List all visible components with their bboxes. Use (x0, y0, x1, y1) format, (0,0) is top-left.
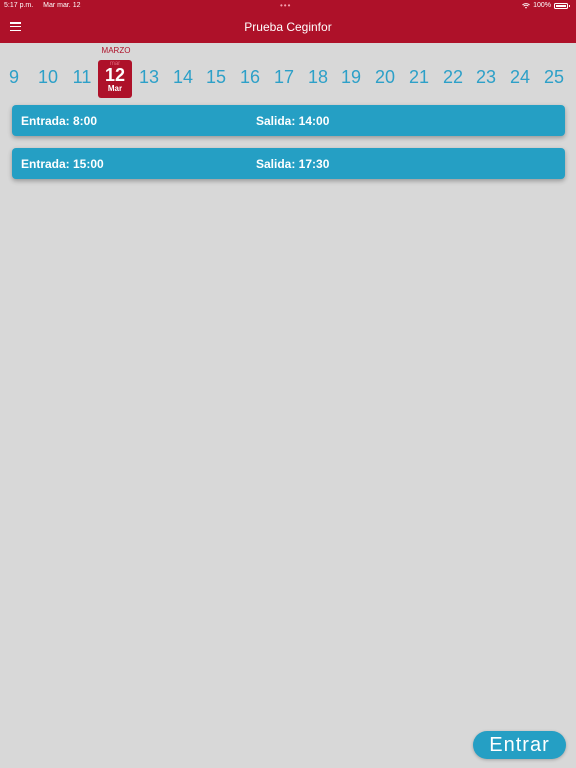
date-strip[interactable]: MARZO 9 10 11 mar 12 Mar 13 14 15 16 17 … (0, 46, 576, 102)
status-time: 5:17 p.m. (4, 2, 34, 9)
multitask-dots[interactable]: ••• (280, 1, 291, 10)
shift-entry-time: Entrada: 15:00 (21, 157, 104, 171)
selected-day-number: 12 (104, 65, 126, 85)
status-date: Mar mar. 12 (43, 2, 81, 9)
enter-button[interactable]: Entrar (473, 731, 566, 759)
month-label: MARZO (101, 46, 131, 55)
status-bar-left: 5:17 p.m. Mar mar. 12 (4, 2, 89, 9)
shift-card[interactable]: Entrada: 15:00 Salida: 17:30 (12, 148, 565, 179)
day-item[interactable]: 22 (437, 64, 469, 90)
day-item[interactable]: 16 (234, 64, 266, 90)
status-bar-right: 100% (522, 2, 570, 9)
day-item-selected[interactable]: mar 12 Mar (98, 60, 132, 98)
day-item[interactable]: 13 (133, 64, 165, 90)
selected-weekday: Mar (107, 84, 123, 93)
day-item[interactable]: 17 (268, 64, 300, 90)
day-item[interactable]: 10 (32, 64, 64, 90)
selected-weekday-top: mar (109, 61, 121, 67)
day-item[interactable]: 15 (200, 64, 232, 90)
day-item[interactable]: 19 (335, 64, 367, 90)
shift-exit-time: Salida: 14:00 (256, 114, 330, 128)
shift-card[interactable]: Entrada: 8:00 Salida: 14:00 (12, 105, 565, 136)
day-item[interactable]: 9 (0, 64, 30, 90)
day-item[interactable]: 18 (302, 64, 334, 90)
day-item[interactable]: 23 (470, 64, 502, 90)
shift-exit-time: Salida: 17:30 (256, 157, 330, 171)
day-item[interactable]: 24 (504, 64, 536, 90)
day-item[interactable]: 21 (403, 64, 435, 90)
app-header: 5:17 p.m. Mar mar. 12 ••• 100% Prueba Ce… (0, 0, 576, 43)
day-item[interactable]: 25 (538, 64, 570, 90)
battery-percent: 100% (533, 2, 551, 9)
day-item[interactable]: 20 (369, 64, 401, 90)
wifi-icon (522, 2, 531, 9)
day-item[interactable]: 11 (66, 64, 98, 90)
page-title: Prueba Ceginfor (244, 20, 332, 34)
shift-entry-time: Entrada: 8:00 (21, 114, 98, 128)
battery-icon (554, 2, 570, 9)
day-item[interactable]: 14 (167, 64, 199, 90)
